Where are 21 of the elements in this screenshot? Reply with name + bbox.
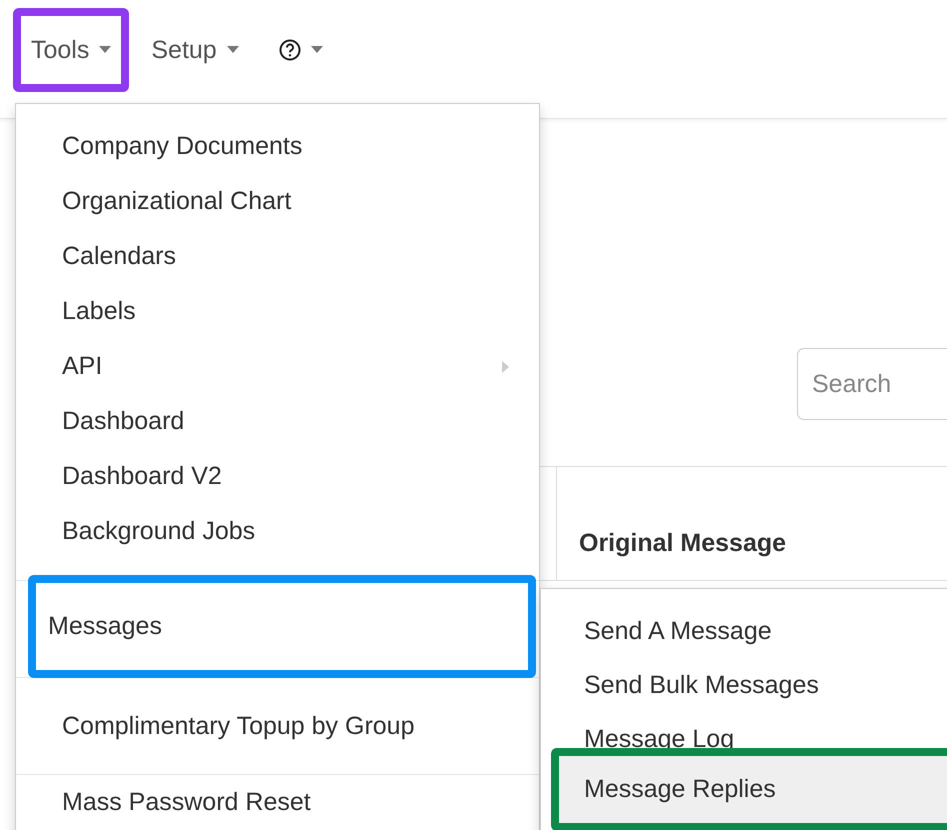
menu-item[interactable]: Complimentary Topup by Group — [16, 678, 539, 774]
menu-item[interactable]: Background Jobs — [16, 504, 539, 559]
menu-item[interactable]: Labels — [16, 284, 539, 339]
menu-item[interactable]: API — [16, 339, 539, 394]
nav-menu-button[interactable]: Setup — [133, 8, 257, 92]
menu-item[interactable]: Dashboard — [16, 394, 539, 449]
menu-item[interactable]: Company Documents — [16, 119, 539, 174]
search-field[interactable]: Search — [797, 348, 947, 420]
menu-item[interactable]: Mass Password Reset — [16, 775, 539, 830]
menu-item[interactable]: Messages — [28, 575, 536, 678]
menu-item[interactable]: Organizational Chart — [16, 174, 539, 229]
caret-icon — [99, 46, 112, 54]
nav-menu-button[interactable]: Tools — [13, 8, 130, 92]
help-icon — [278, 39, 301, 61]
submenu-item[interactable]: Message Replies — [551, 748, 947, 830]
caret-icon — [310, 46, 323, 54]
column-header: Original Message — [579, 529, 786, 558]
menu-item[interactable]: Calendars — [16, 229, 539, 284]
caret-icon — [226, 46, 239, 54]
submenu-arrow-icon — [502, 360, 509, 372]
menu-item[interactable]: Dashboard V2 — [16, 449, 539, 504]
